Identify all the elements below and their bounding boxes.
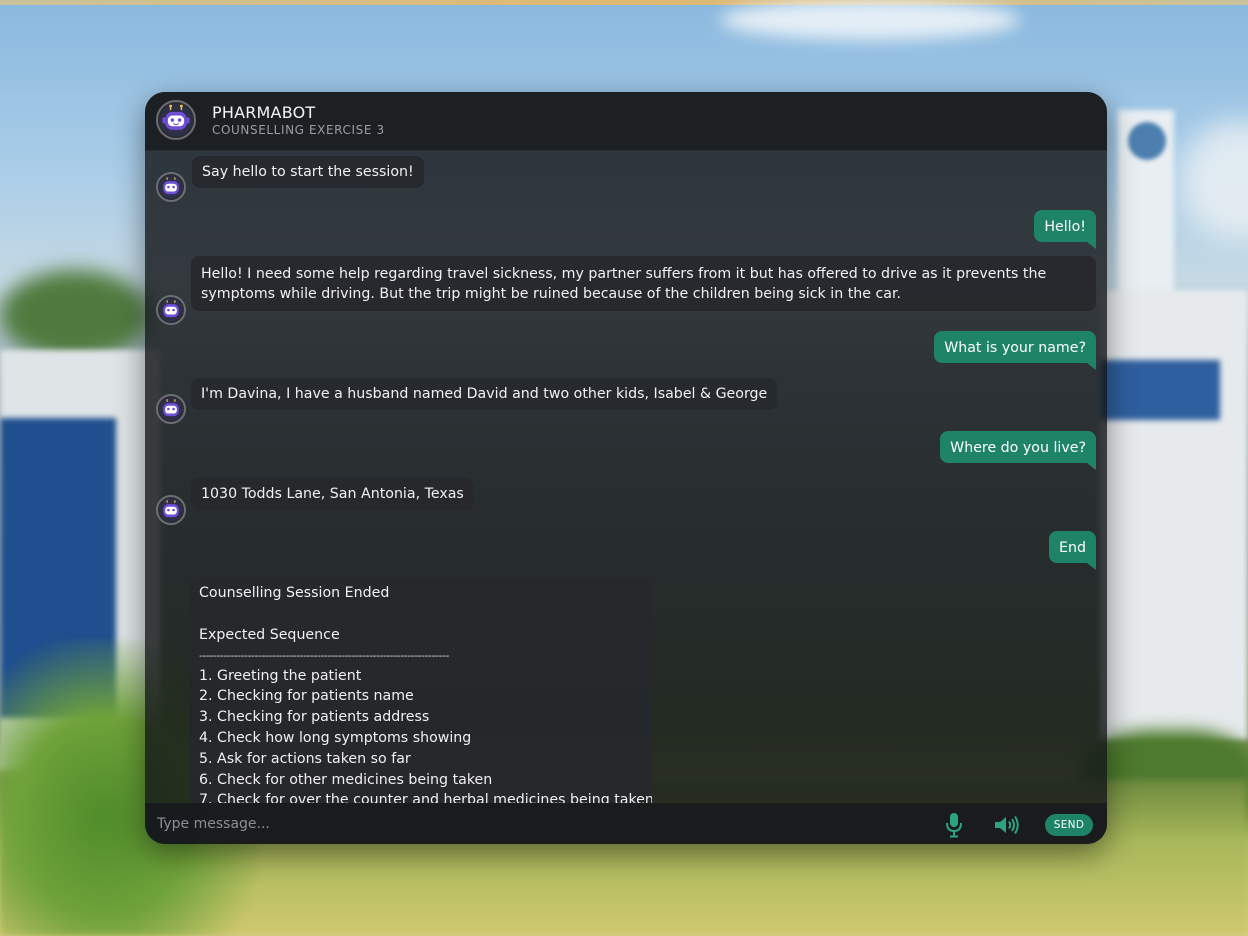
bot-message: Hello! I need some help regarding travel… (191, 256, 1096, 311)
speaker-icon[interactable] (994, 815, 1020, 835)
bot-message: Say hello to start the session! (192, 156, 424, 188)
message-list[interactable]: Say hello to start the session! Hello! H… (145, 150, 1107, 803)
summary-item: 2. Checking for patients name (199, 688, 414, 705)
session-summary: Counselling Session Ended Expected Seque… (190, 578, 652, 803)
robot-icon (156, 295, 186, 325)
robot-icon (156, 495, 186, 525)
summary-item: 5. Ask for actions taken so far (199, 750, 411, 767)
summary-item: 7. Check for over the counter and herbal… (199, 792, 652, 803)
user-message: Hello! (1034, 210, 1096, 249)
chat-header: PHARMABOT COUNSELLING EXERCISE 3 (145, 92, 1107, 151)
chat-window: PHARMABOT COUNSELLING EXERCISE 3 Say hel… (145, 92, 1107, 844)
user-message: What is your name? (934, 331, 1096, 370)
send-button[interactable]: SEND (1045, 814, 1093, 836)
exercise-subtitle: COUNSELLING EXERCISE 3 (212, 123, 385, 137)
bot-message: I'm Davina, I have a husband named David… (191, 378, 778, 410)
robot-icon (156, 394, 186, 424)
robot-icon (156, 172, 186, 202)
user-message: Where do you live? (940, 431, 1096, 470)
robot-icon (156, 100, 196, 140)
input-bar: SEND (145, 803, 1107, 844)
summary-item: 6. Check for other medicines being taken (199, 771, 493, 788)
summary-item: 1. Greeting the patient (199, 667, 362, 684)
summary-item: 4. Check how long symptoms showing (199, 729, 472, 746)
microphone-icon[interactable] (945, 812, 963, 838)
summary-title: Counselling Session Ended (199, 585, 390, 601)
summary-item: 3. Checking for patients address (199, 709, 430, 726)
bot-name: PHARMABOT (212, 103, 316, 122)
message-input[interactable] (155, 811, 919, 837)
summary-heading: Expected Sequence (199, 626, 340, 643)
summary-divider: ----------------------------------------… (199, 648, 449, 662)
user-message: End (1049, 531, 1096, 570)
bot-message: 1030 Todds Lane, San Antonia, Texas (191, 478, 474, 510)
